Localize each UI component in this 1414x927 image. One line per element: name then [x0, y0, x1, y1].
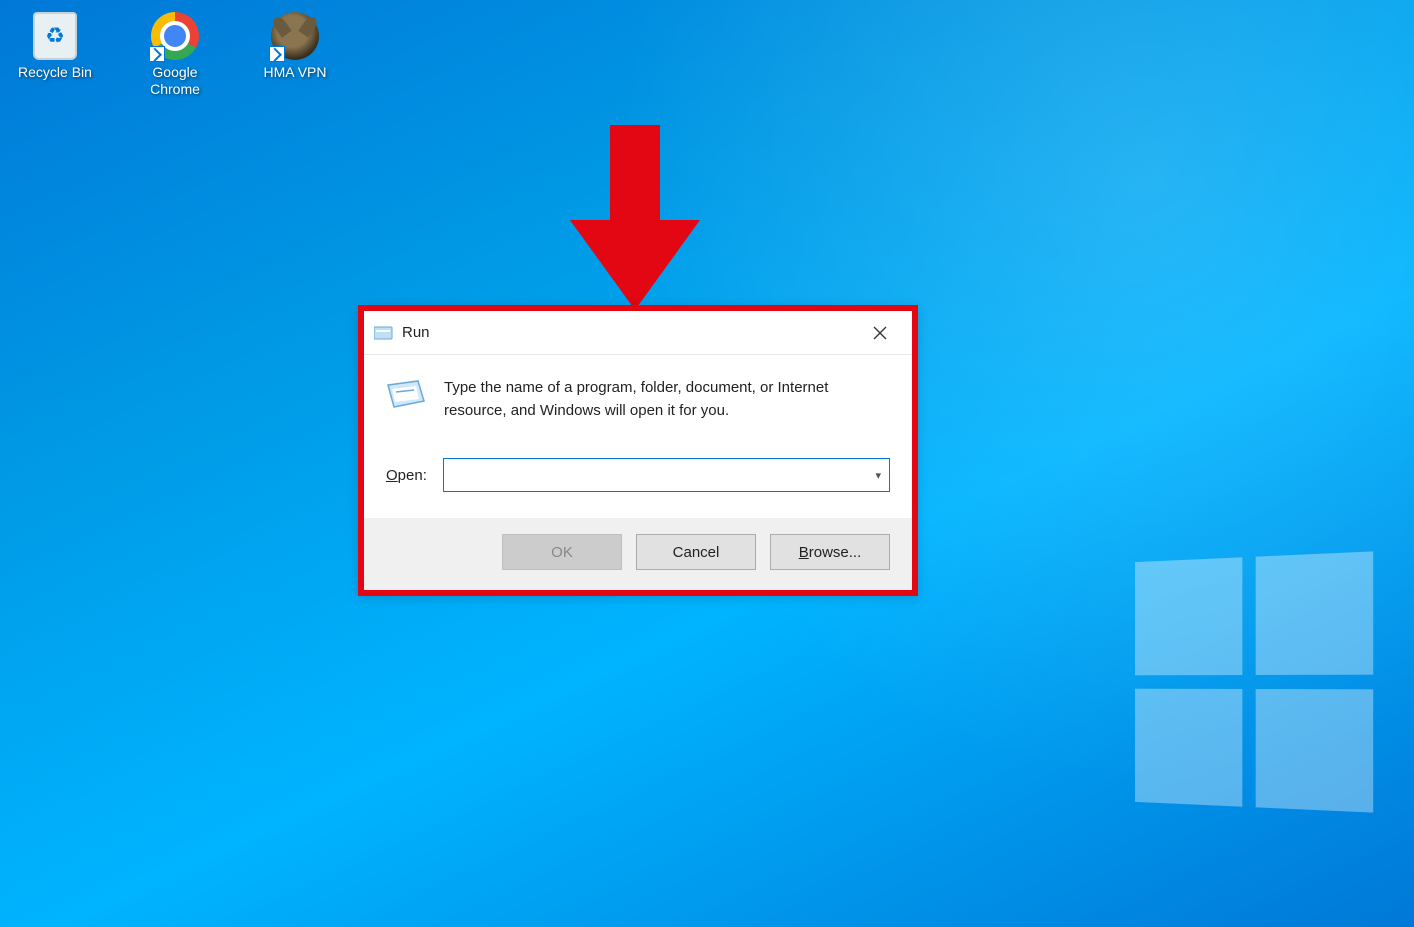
titlebar[interactable]: Run — [364, 311, 912, 355]
cancel-button-label: Cancel — [673, 544, 720, 561]
icon-label: Recycle Bin — [18, 64, 92, 81]
close-button[interactable] — [857, 317, 902, 349]
desktop-icon-recycle-bin[interactable]: Recycle Bin — [10, 10, 100, 98]
open-input[interactable] — [452, 467, 870, 484]
dialog-footer: OK Cancel Browse... — [364, 518, 912, 590]
dialog-body: Type the name of a program, folder, docu… — [364, 355, 912, 518]
dialog-title: Run — [402, 324, 430, 341]
run-body-icon — [386, 377, 426, 413]
ok-button-label: OK — [551, 544, 573, 561]
shortcut-overlay-icon — [149, 46, 165, 62]
windows-logo — [1135, 551, 1373, 812]
open-label: Open: — [386, 467, 427, 484]
icon-label: Google Chrome — [150, 64, 200, 98]
dialog-description: Type the name of a program, folder, docu… — [444, 377, 890, 422]
run-dialog: Run Type the name of a program, folder, … — [358, 305, 918, 596]
chevron-down-icon[interactable]: ▾ — [869, 469, 881, 482]
hma-icon — [269, 10, 321, 62]
ok-button: OK — [502, 534, 622, 570]
open-combobox[interactable]: ▾ — [443, 458, 890, 492]
close-icon — [873, 326, 887, 340]
desktop-icon-google-chrome[interactable]: Google Chrome — [130, 10, 220, 98]
icon-label: HMA VPN — [263, 64, 326, 81]
cancel-button[interactable]: Cancel — [636, 534, 756, 570]
recycle-bin-icon — [29, 10, 81, 62]
annotation-arrow-icon — [570, 125, 700, 310]
browse-button-label: Browse... — [799, 544, 862, 561]
browse-button[interactable]: Browse... — [770, 534, 890, 570]
shortcut-overlay-icon — [269, 46, 285, 62]
desktop-icon-hma-vpn[interactable]: HMA VPN — [250, 10, 340, 98]
run-title-icon — [374, 325, 394, 341]
desktop: Recycle Bin Google Chrome HMA VPN — [10, 10, 340, 98]
chrome-icon — [149, 10, 201, 62]
